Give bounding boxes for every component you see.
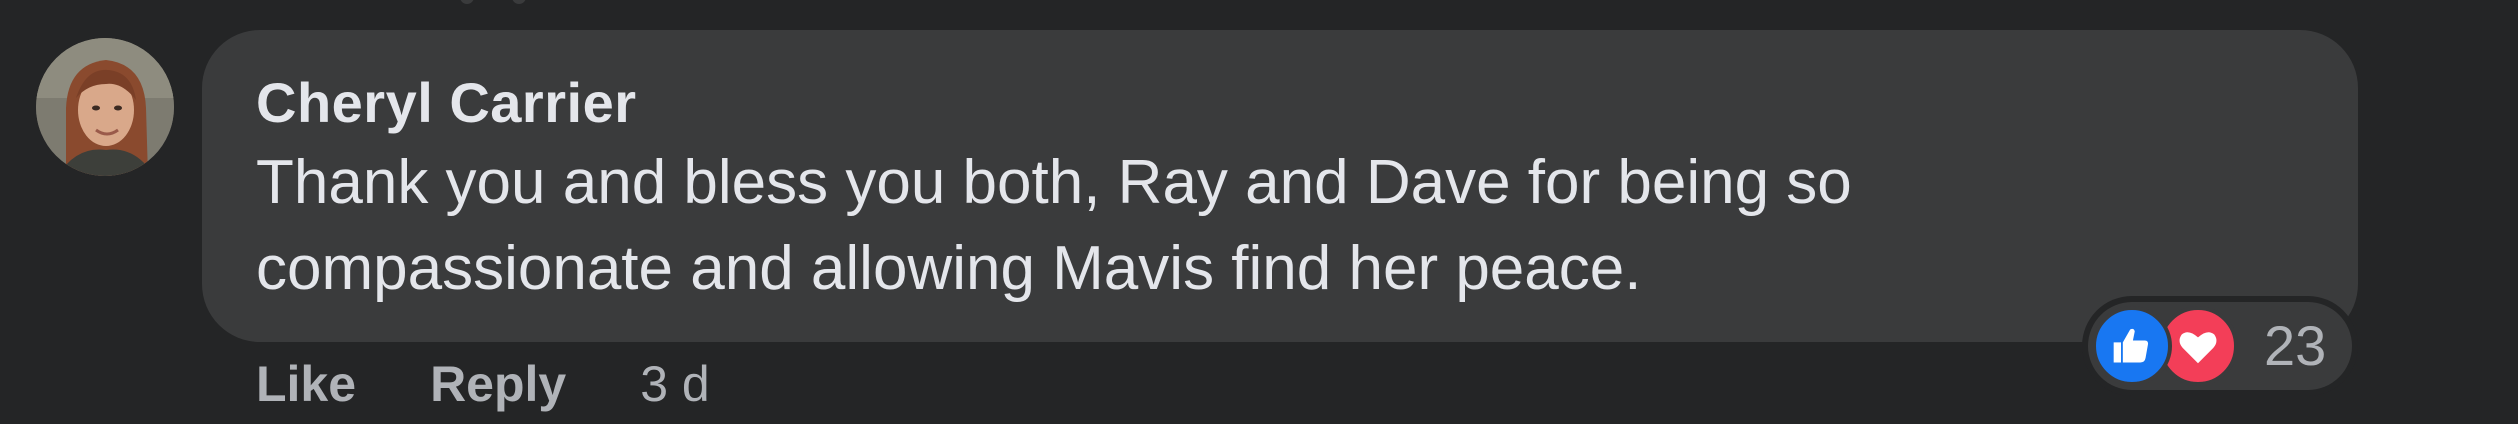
comment-actions: Like Reply 3 d: [256, 352, 710, 416]
reactions-summary[interactable]: 23: [2088, 302, 2352, 390]
comment-text-line: compassionate and allowing Mavis find he…: [256, 234, 1642, 303]
reaction-count: 23: [2264, 314, 2327, 377]
comment-timestamp[interactable]: 3 d: [640, 355, 710, 413]
comment-author-name[interactable]: Cheryl Carrier: [256, 70, 637, 135]
thumbs-up-icon: [2092, 306, 2172, 386]
reply-button[interactable]: Reply: [430, 355, 566, 413]
comment-bubble: Cheryl Carrier Thank you and bless you b…: [202, 30, 2358, 342]
comment-thread: Cheryl Carrier Thank you and bless you b…: [0, 0, 2518, 424]
avatar[interactable]: [36, 38, 174, 176]
comment-body: Thank you and bless you both, Ray and Da…: [256, 140, 2256, 312]
like-button[interactable]: Like: [256, 355, 356, 413]
comment-text-line: Thank you and bless you both, Ray and Da…: [256, 148, 1852, 217]
previous-comment-actions-edge: [420, 0, 570, 8]
profile-photo: [36, 38, 174, 176]
